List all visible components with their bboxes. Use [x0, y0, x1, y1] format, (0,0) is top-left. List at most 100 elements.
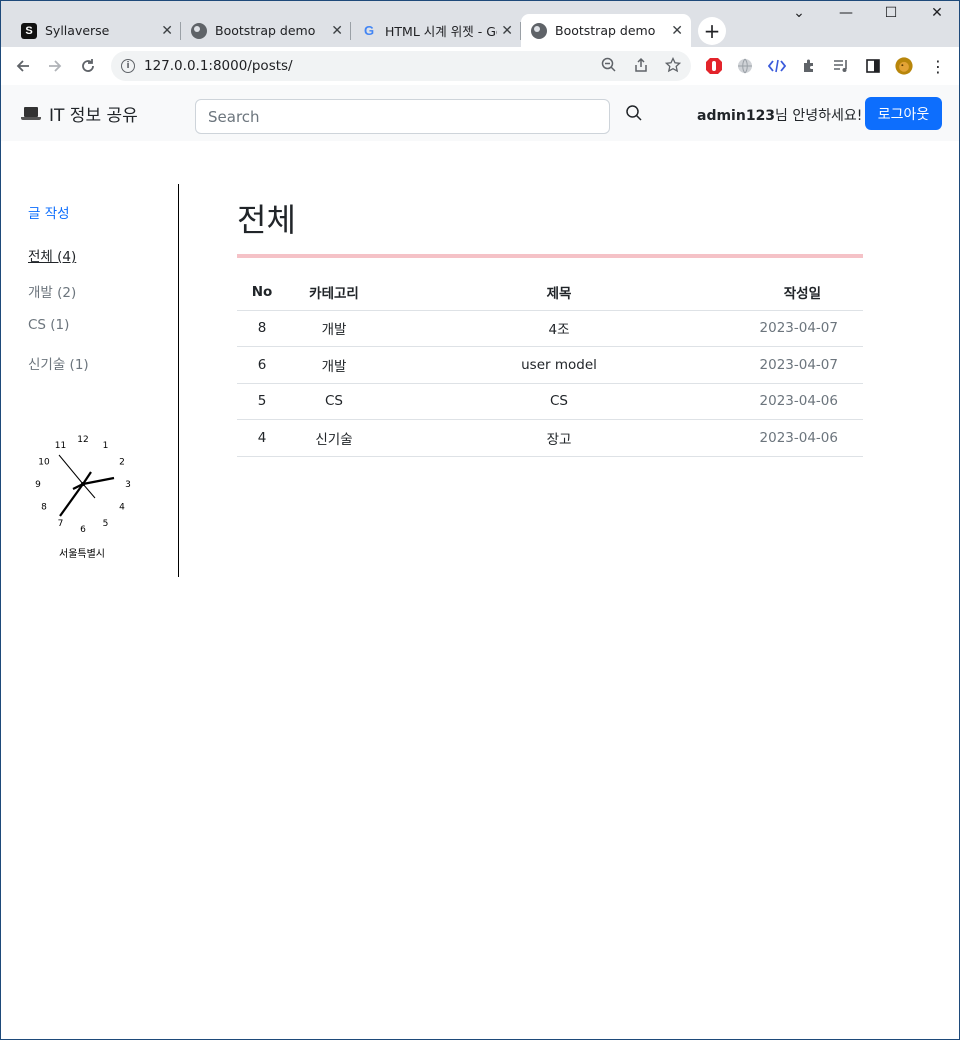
post-date: 2023-04-07 [737, 310, 863, 347]
reload-icon[interactable] [77, 55, 99, 77]
search-icon [626, 105, 642, 121]
media-control-icon[interactable] [832, 57, 850, 75]
globe-extension-icon[interactable] [736, 57, 754, 75]
table-header-row: No 카테고리 제목 작성일 [237, 274, 863, 311]
user-greeting: admin123님 안녕하세요! [697, 105, 862, 125]
clock-second-hand [58, 454, 84, 485]
zoom-icon[interactable] [601, 57, 617, 77]
category-item-newtech[interactable]: 신기술 (1) [28, 353, 89, 389]
globe-icon [531, 22, 547, 39]
column-header-date: 작성일 [737, 274, 863, 311]
close-icon[interactable]: ✕ [161, 23, 173, 39]
category-item-dev[interactable]: 개발 (2) [28, 281, 89, 317]
site-info-icon[interactable]: i [121, 59, 135, 73]
post-category: 개발 [287, 310, 381, 347]
write-post-link[interactable]: 글 작성 [28, 202, 70, 222]
tab-title: Syllaverse [45, 23, 110, 38]
post-category: 신기술 [287, 419, 381, 457]
post-title-link[interactable]: 4조 [381, 310, 737, 347]
browser-toolbar: i 127.0.0.1:8000/posts/ ⋮ [1, 47, 959, 85]
table-row[interactable]: 4 신기술 장고 2023-04-06 [237, 419, 863, 457]
clock-widget: 12 1 2 3 4 5 6 7 8 9 10 11 서울특별시 [29, 434, 135, 564]
logout-button[interactable]: 로그아웃 [865, 97, 942, 130]
column-header-title: 제목 [381, 274, 737, 311]
close-icon[interactable]: ✕ [331, 23, 343, 39]
share-icon[interactable] [633, 57, 649, 77]
address-bar[interactable]: i 127.0.0.1:8000/posts/ [111, 51, 691, 81]
post-date: 2023-04-06 [737, 383, 863, 420]
category-list: 전체 (4) 개발 (2) CS (1) 신기술 (1) [28, 245, 89, 389]
clock-center [81, 482, 85, 486]
close-window-icon[interactable]: ✕ [925, 5, 949, 21]
post-category: 개발 [287, 346, 381, 384]
adblock-extension-icon[interactable] [705, 57, 723, 75]
site-navbar: IT 정보 공유 admin123님 안녕하세요! 로그아웃 [1, 85, 959, 141]
tab-bootstrap-demo[interactable]: Bootstrap demo ✕ [181, 14, 351, 47]
google-icon: G [363, 23, 375, 38]
tab-title: Bootstrap demo [555, 23, 656, 38]
clock-numeral: 6 [80, 525, 86, 535]
post-date: 2023-04-07 [737, 346, 863, 384]
post-no: 4 [237, 419, 287, 457]
post-title-link[interactable]: 장고 [381, 419, 737, 457]
category-item-all[interactable]: 전체 (4) [28, 245, 89, 281]
back-arrow-icon[interactable] [12, 55, 34, 77]
more-menu-icon[interactable]: ⋮ [929, 57, 947, 76]
url-text: 127.0.0.1:8000/posts/ [144, 58, 293, 74]
tab-bootstrap-demo-active[interactable]: Bootstrap demo ✕ [521, 14, 691, 47]
clock-numeral: 3 [125, 480, 131, 490]
extensions-puzzle-icon[interactable] [800, 57, 818, 75]
post-category: CS [287, 383, 381, 420]
post-title-link[interactable]: user model [381, 346, 737, 384]
post-title-link[interactable]: CS [381, 383, 737, 420]
code-extension-icon[interactable] [768, 57, 786, 75]
clock-numeral: 9 [35, 480, 41, 490]
profile-avatar[interactable] [895, 57, 913, 75]
posts-table: No 카테고리 제목 작성일 8 개발 4조 2023-04-07 6 개발 u… [237, 274, 863, 457]
clock-city-label: 서울특별시 [59, 549, 105, 560]
clock-numeral: 2 [119, 458, 125, 468]
clock-numeral: 7 [58, 519, 64, 529]
post-no: 6 [237, 346, 287, 384]
new-tab-button[interactable]: + [698, 17, 726, 45]
greeting-text: 님 안녕하세요! [775, 108, 863, 124]
close-icon[interactable]: ✕ [671, 23, 683, 39]
clock-minute-hand [59, 483, 84, 517]
table-row[interactable]: 8 개발 4조 2023-04-07 [237, 310, 863, 347]
search-input[interactable] [195, 99, 610, 134]
tab-title: Bootstrap demo [215, 23, 316, 38]
post-no: 8 [237, 310, 287, 347]
column-header-category: 카테고리 [287, 274, 381, 311]
username: admin123 [697, 108, 776, 124]
globe-icon [191, 22, 207, 39]
tab-search-icon[interactable]: ⌄ [787, 5, 811, 21]
maximize-icon[interactable]: ☐ [879, 5, 903, 21]
brand-title: IT 정보 공유 [49, 106, 138, 126]
clock-numeral: 4 [119, 503, 125, 513]
main-content: 전체 No 카테고리 제목 작성일 8 개발 4조 2023-04-07 6 개… [237, 184, 863, 457]
close-icon[interactable]: ✕ [501, 23, 513, 39]
tab-strip: S Syllaverse ✕ Bootstrap demo ✕ G HTML 시… [1, 1, 959, 47]
tab-html-clock-widget[interactable]: G HTML 시계 위젯 - Goo ✕ [351, 14, 521, 47]
clock-face: 12 12 3 45 6 7 8 9 10 11 [35, 435, 131, 535]
laptop-icon [21, 106, 41, 121]
clock-numeral: 10 [38, 458, 50, 468]
side-panel-icon[interactable] [864, 57, 882, 75]
title-divider [237, 254, 863, 258]
minimize-icon[interactable]: — [834, 5, 858, 21]
clock-numeral: 12 [77, 435, 88, 445]
browser-window: S Syllaverse ✕ Bootstrap demo ✕ G HTML 시… [0, 0, 960, 1040]
post-no: 5 [237, 383, 287, 420]
clock-numeral: 5 [103, 519, 109, 529]
clock-numeral: 8 [41, 503, 47, 513]
brand-link[interactable]: IT 정보 공유 [21, 101, 138, 126]
column-header-no: No [237, 274, 287, 311]
tab-syllaverse[interactable]: S Syllaverse ✕ [11, 14, 181, 47]
tab-title: HTML 시계 위젯 - Goo [385, 24, 497, 39]
forward-arrow-icon[interactable] [44, 55, 66, 77]
table-row[interactable]: 5 CS CS 2023-04-06 [237, 383, 863, 420]
search-button[interactable] [625, 104, 647, 126]
bookmark-star-icon[interactable] [664, 56, 682, 77]
table-row[interactable]: 6 개발 user model 2023-04-07 [237, 346, 863, 384]
category-item-cs[interactable]: CS (1) [28, 317, 89, 353]
